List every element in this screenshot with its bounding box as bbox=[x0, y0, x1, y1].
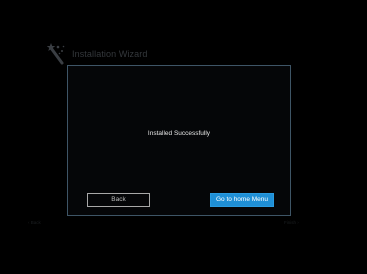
installation-wizard-screen: Installation Wizard Installed Successful… bbox=[0, 0, 367, 274]
go-to-home-menu-button[interactable]: Go to home Menu bbox=[210, 193, 274, 207]
footer-back-link[interactable]: ‹ Back bbox=[28, 218, 88, 228]
magic-wand-icon bbox=[47, 43, 65, 65]
install-result-dialog: Installed Successfully Back Go to home M… bbox=[67, 65, 291, 216]
footer-finish-link[interactable]: Finish › bbox=[284, 218, 334, 228]
back-button[interactable]: Back bbox=[87, 193, 150, 207]
status-message: Installed Successfully bbox=[147, 130, 211, 137]
wizard-header: Installation Wizard bbox=[47, 43, 148, 65]
wizard-title: Installation Wizard bbox=[72, 49, 148, 59]
